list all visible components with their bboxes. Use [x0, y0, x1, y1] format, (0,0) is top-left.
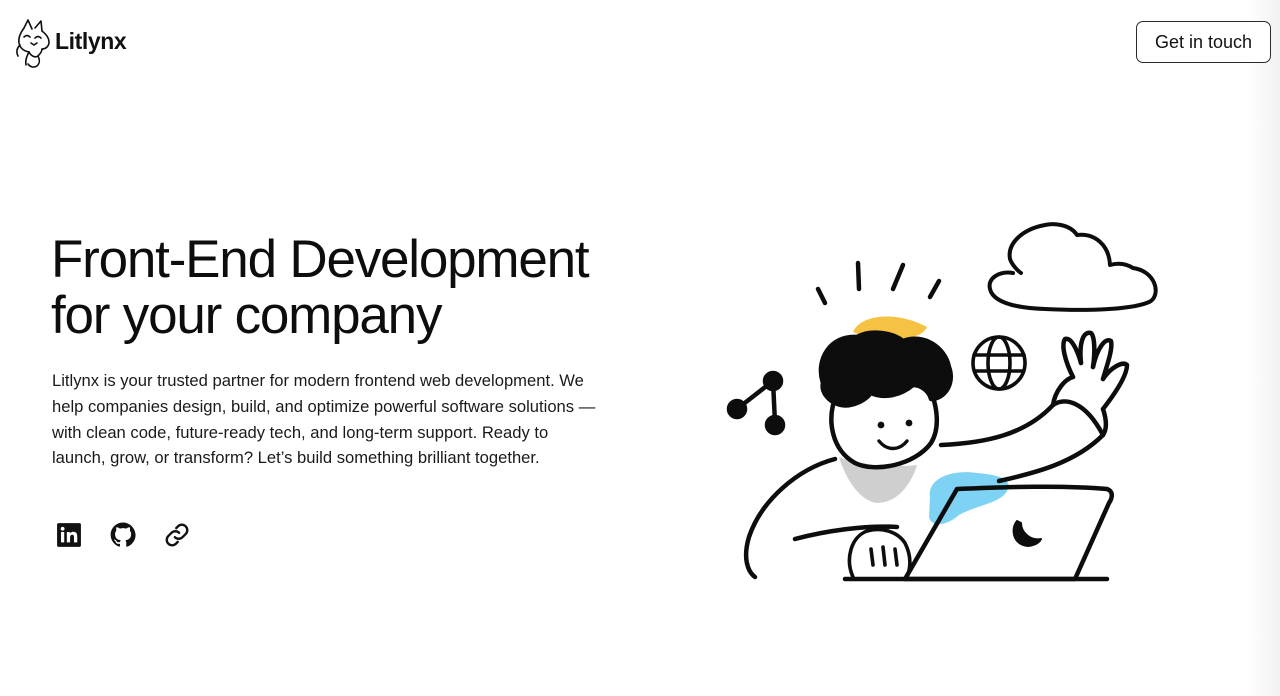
brand-name: Litlynx — [55, 27, 127, 54]
cloud-icon — [987, 222, 1158, 312]
linkedin-icon — [57, 523, 81, 547]
share-nodes-icon — [726, 370, 786, 436]
hero-title: Front-End Development for your company — [51, 232, 691, 344]
hero-title-line-2: for your company — [51, 286, 442, 345]
hero-title-line-1: Front-End Development — [51, 230, 590, 289]
lynx-logo-icon — [16, 19, 50, 68]
get-in-touch-button[interactable]: Get in touch — [1136, 21, 1271, 63]
idea-strokes-icon — [815, 260, 942, 306]
person-head — [818, 330, 953, 470]
page: Litlynx Get in touch Front-End Developme… — [0, 0, 1280, 696]
globe-icon — [971, 335, 1027, 391]
website-link[interactable] — [164, 522, 190, 548]
hero-illustration — [726, 222, 1158, 582]
brand-logo-link[interactable]: Litlynx — [16, 18, 127, 68]
social-links — [56, 522, 190, 548]
typing-hand — [847, 527, 912, 579]
linkedin-link[interactable] — [56, 522, 82, 548]
hero-description: Litlynx is your trusted partner for mode… — [52, 371, 596, 468]
github-icon — [110, 522, 136, 547]
link-icon — [165, 523, 189, 547]
github-link[interactable] — [110, 522, 136, 548]
